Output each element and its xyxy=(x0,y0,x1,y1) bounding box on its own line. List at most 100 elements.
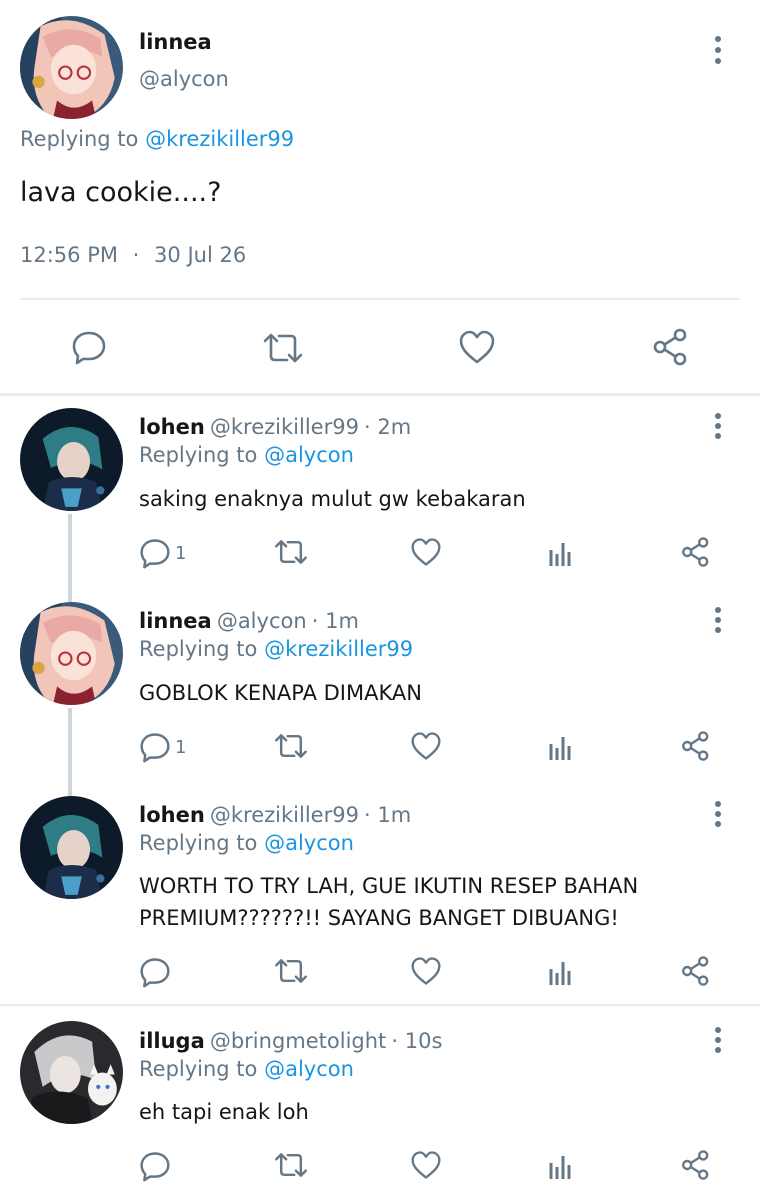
replying-prefix: Replying to xyxy=(139,443,258,467)
main-tweet-name[interactable]: linnea xyxy=(139,30,212,54)
reply-age: · 1m xyxy=(311,609,359,633)
thread-line xyxy=(68,708,72,796)
avatar-linnea[interactable] xyxy=(20,602,123,705)
heart-icon xyxy=(411,957,441,985)
reply-replying-line: Replying to @alycon xyxy=(139,1057,354,1081)
reply-reply-button[interactable] xyxy=(139,1150,171,1182)
reply-retweet-button[interactable] xyxy=(273,731,309,761)
main-tweet-date[interactable]: 30 Jul 26 xyxy=(154,243,246,267)
heart-icon xyxy=(459,330,495,364)
main-tweet-text: lava cookie....? xyxy=(20,177,222,208)
reply-text: eh tapi enak loh xyxy=(139,1100,309,1124)
main-tweet-handle[interactable]: @alycon xyxy=(139,67,229,91)
reply-icon xyxy=(140,1152,170,1182)
main-tweet-divider xyxy=(20,298,740,300)
reply-age: · 1m xyxy=(364,803,412,827)
replying-to-link[interactable]: @alycon xyxy=(264,443,354,467)
share-icon xyxy=(682,537,709,567)
reply-handle[interactable]: @bringmetolight xyxy=(210,1029,386,1053)
reply-share-button[interactable] xyxy=(680,1149,712,1181)
reply-analytics-button[interactable] xyxy=(548,1153,574,1179)
reply-more-icon[interactable] xyxy=(708,413,728,439)
reply-count: 1 xyxy=(175,736,187,758)
main-share-button[interactable] xyxy=(651,327,691,367)
main-tweet-replying-line: Replying to @krezikiller99 xyxy=(20,127,294,151)
reply-header: illuga @bringmetolight · 10s xyxy=(139,1029,442,1053)
avatar-illuga[interactable] xyxy=(20,1021,123,1124)
heart-icon xyxy=(411,732,441,760)
reply-reply-button[interactable]: 1 xyxy=(139,731,186,763)
reply-like-button[interactable] xyxy=(410,1150,442,1180)
reply-more-icon[interactable] xyxy=(708,1027,728,1053)
replying-prefix: Replying to xyxy=(139,1057,258,1081)
reply-retweet-button[interactable] xyxy=(273,537,309,567)
analytics-icon xyxy=(549,962,571,985)
reply-icon xyxy=(140,733,170,763)
reply-like-button[interactable] xyxy=(410,956,442,986)
main-tweet-time[interactable]: 12:56 PM xyxy=(20,243,118,267)
reply-more-icon[interactable] xyxy=(708,607,728,633)
reply-text-line-2: PREMIUM??????!! SAYANG BANGET DIBUANG! xyxy=(139,906,619,930)
reply-name[interactable]: lohen xyxy=(139,415,205,439)
reply-replying-line: Replying to @krezikiller99 xyxy=(139,637,413,661)
retweet-icon xyxy=(263,333,303,363)
reply-icon xyxy=(140,958,170,988)
reply-name[interactable]: lohen xyxy=(139,803,205,827)
analytics-icon xyxy=(549,543,571,566)
share-icon xyxy=(653,328,687,366)
reply-analytics-button[interactable] xyxy=(548,540,574,566)
avatar-lohen[interactable] xyxy=(20,408,123,511)
reply-replying-line: Replying to @alycon xyxy=(139,831,354,855)
replying-prefix: Replying to xyxy=(139,637,258,661)
replying-to-link[interactable]: @krezikiller99 xyxy=(264,637,413,661)
reply-handle[interactable]: @krezikiller99 xyxy=(210,415,359,439)
main-retweet-button[interactable] xyxy=(261,330,305,366)
main-tweet-timestamp: 12:56 PM · 30 Jul 26 xyxy=(20,243,246,267)
reply-retweet-button[interactable] xyxy=(273,956,309,986)
reply-reply-button[interactable] xyxy=(139,956,171,988)
reply-more-icon[interactable] xyxy=(708,801,728,827)
reply-name[interactable]: illuga xyxy=(139,1029,205,1053)
main-reply-button[interactable] xyxy=(71,329,107,365)
main-tweet-more-icon[interactable] xyxy=(708,36,728,64)
reply-analytics-button[interactable] xyxy=(548,734,574,760)
analytics-icon xyxy=(549,1156,571,1179)
retweet-icon xyxy=(275,959,307,983)
avatar-linnea[interactable] xyxy=(20,16,123,119)
reply-retweet-button[interactable] xyxy=(273,1150,309,1180)
replying-prefix: Replying to xyxy=(20,127,139,151)
heart-icon xyxy=(411,538,441,566)
timestamp-separator: · xyxy=(132,243,140,267)
replying-to-link[interactable]: @alycon xyxy=(264,1057,354,1081)
reply-like-button[interactable] xyxy=(410,731,442,761)
reply-analytics-button[interactable] xyxy=(548,959,574,985)
reply-header: lohen @krezikiller99 · 1m xyxy=(139,803,411,827)
reply-header: linnea @alycon · 1m xyxy=(139,609,359,633)
reply-header: lohen @krezikiller99 · 2m xyxy=(139,415,411,439)
replying-to-link[interactable]: @krezikiller99 xyxy=(145,127,294,151)
retweet-icon xyxy=(275,540,307,564)
reply-share-button[interactable] xyxy=(680,955,712,987)
reply-text: saking enaknya mulut gw kebakaran xyxy=(139,487,526,511)
main-like-button[interactable] xyxy=(458,329,496,365)
reply-handle[interactable]: @alycon xyxy=(217,609,307,633)
avatar-lohen[interactable] xyxy=(20,796,123,899)
reply-like-button[interactable] xyxy=(410,537,442,567)
analytics-icon xyxy=(549,737,571,760)
replying-to-link[interactable]: @alycon xyxy=(264,831,354,855)
reply-share-button[interactable] xyxy=(680,730,712,762)
reply-name[interactable]: linnea xyxy=(139,609,212,633)
reply-text-line-1: WORTH TO TRY LAH, GUE IKUTIN RESEP BAHAN xyxy=(139,874,639,898)
reply-text: GOBLOK KENAPA DIMAKAN xyxy=(139,681,422,705)
reply-share-button[interactable] xyxy=(680,536,712,568)
reply-icon xyxy=(72,331,106,365)
replying-prefix: Replying to xyxy=(139,831,258,855)
section-divider xyxy=(0,393,760,396)
share-icon xyxy=(682,731,709,761)
retweet-icon xyxy=(275,1153,307,1177)
thread-line xyxy=(68,514,72,602)
reply-handle[interactable]: @krezikiller99 xyxy=(210,803,359,827)
reply-reply-button[interactable]: 1 xyxy=(139,537,186,569)
share-icon xyxy=(682,1150,709,1180)
heart-icon xyxy=(411,1151,441,1179)
